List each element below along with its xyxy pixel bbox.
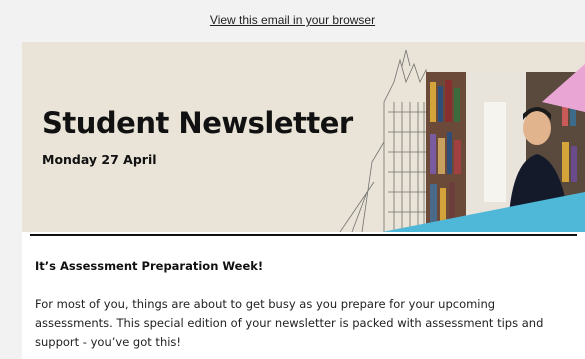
newsletter-banner: Student Newsletter Monday 27 April xyxy=(22,42,585,232)
section-heading: It’s Assessment Preparation Week! xyxy=(35,259,264,273)
section-divider xyxy=(30,234,577,236)
view-in-browser-link[interactable]: View this email in your browser xyxy=(210,13,375,27)
newsletter-title: Student Newsletter xyxy=(42,106,353,140)
preheader-bar: View this email in your browser xyxy=(0,0,585,40)
email-content: It’s Assessment Preparation Week! For mo… xyxy=(22,232,585,359)
tower-sketch-image xyxy=(339,49,433,232)
newsletter-date: Monday 27 April xyxy=(42,152,157,167)
intro-paragraph: For most of you, things are about to get… xyxy=(35,297,544,349)
